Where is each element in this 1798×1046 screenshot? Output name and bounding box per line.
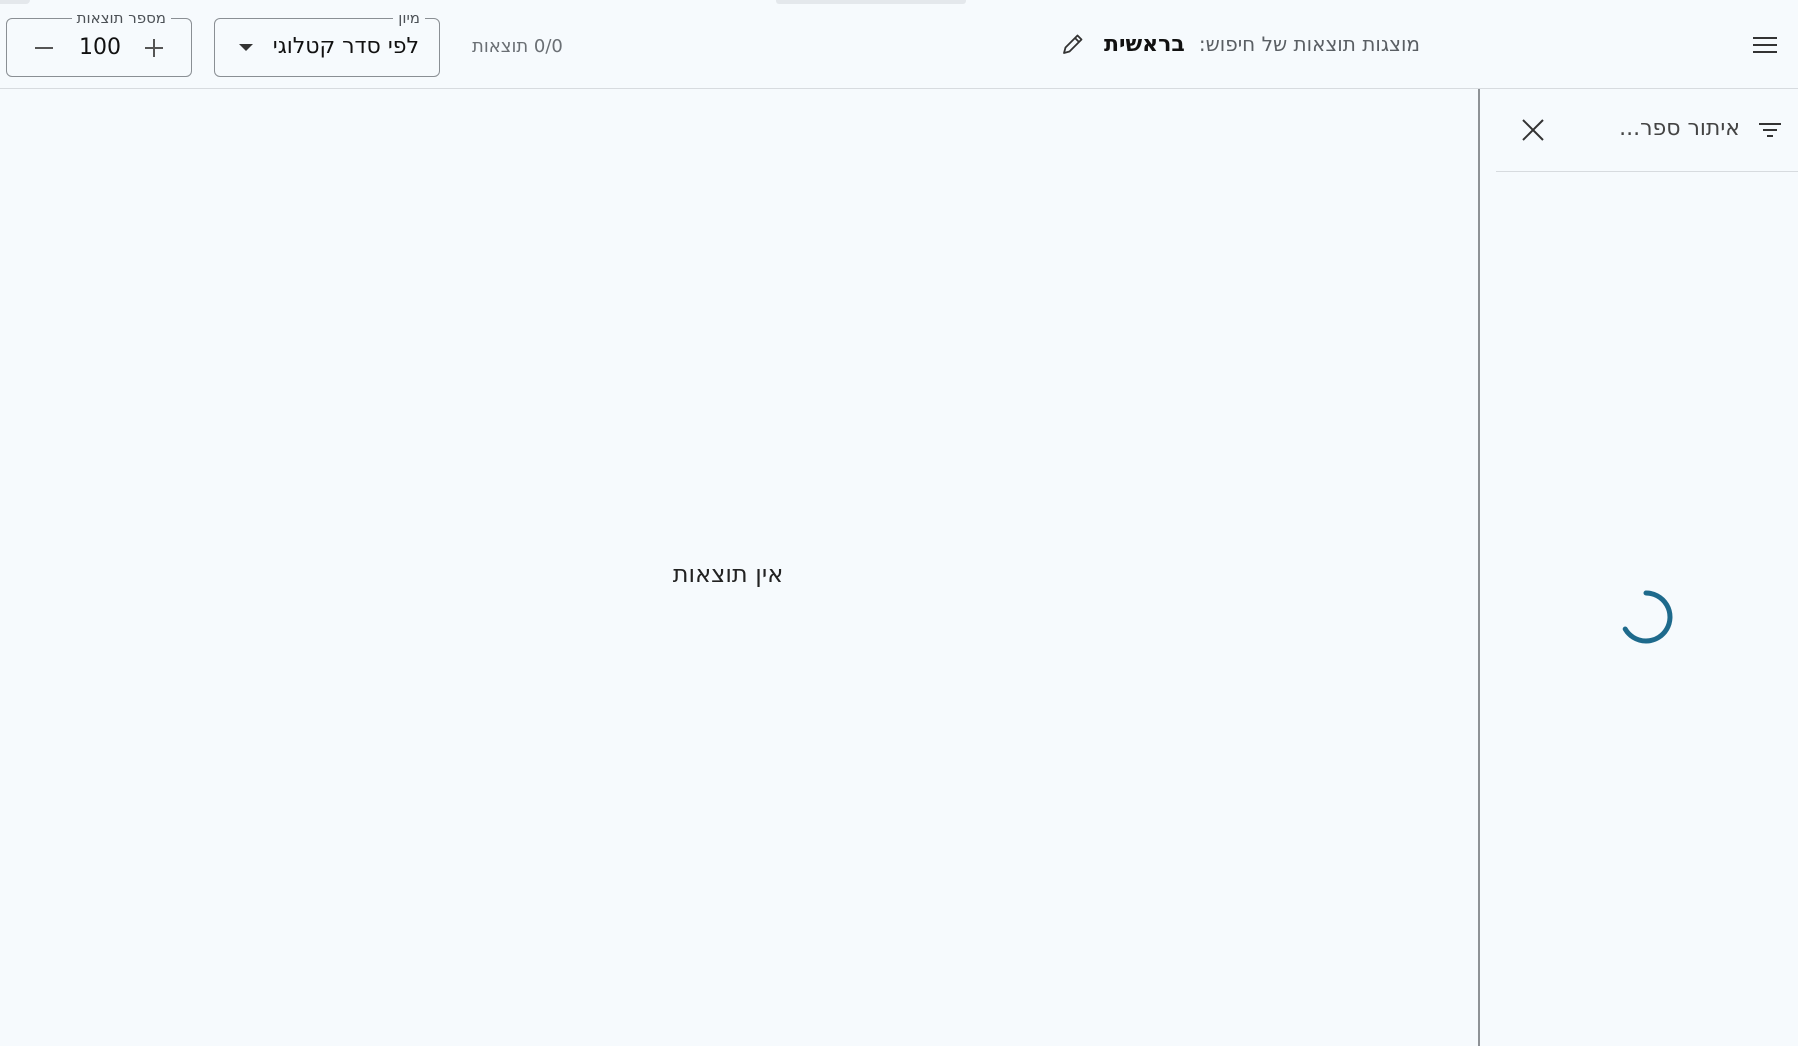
close-icon (1522, 119, 1544, 141)
sort-select[interactable]: מיון לפי סדר קטלוגי (214, 8, 440, 77)
results-per-page-stepper: מספר תוצאות (6, 8, 192, 77)
tab-indicator (776, 0, 966, 4)
results-area: אין תוצאות (0, 89, 1478, 1046)
dropdown-arrow-icon (239, 44, 253, 51)
edit-search-button[interactable] (1056, 27, 1090, 61)
sort-value: לפי סדר קטלוגי (272, 34, 419, 59)
minus-icon (35, 47, 53, 49)
results-per-page-label: מספר תוצאות (71, 8, 171, 28)
results-count: 0/0 תוצאות (472, 36, 563, 57)
loading-spinner (1622, 590, 1673, 644)
decrement-button[interactable] (29, 33, 59, 63)
search-title: בראשית מוצגות תוצאות של חיפוש: (1048, 24, 1420, 64)
increment-button[interactable] (139, 33, 169, 63)
plus-icon (145, 39, 163, 57)
menu-button[interactable] (1750, 30, 1780, 60)
sort-label: מיון (393, 8, 425, 28)
panel-header (1496, 89, 1798, 172)
filter-icon (1756, 116, 1784, 144)
close-panel-button[interactable] (1518, 115, 1548, 145)
corner-tab-mark (0, 0, 30, 4)
results-per-page-input[interactable] (73, 32, 127, 62)
hamburger-menu-icon (1753, 37, 1777, 53)
title-prefix: מוצגות תוצאות של חיפוש: (1198, 32, 1420, 56)
top-header: בראשית מוצגות תוצאות של חיפוש: 0/0 תוצאו… (0, 0, 1798, 89)
search-query: בראשית (1103, 31, 1185, 57)
pencil-icon (1063, 34, 1083, 54)
book-search-input[interactable] (1590, 111, 1740, 145)
book-filter-panel (1478, 89, 1798, 1046)
app-window: בראשית מוצגות תוצאות של חיפוש: 0/0 תוצאו… (0, 0, 1798, 1046)
empty-results-message: אין תוצאות (672, 560, 784, 588)
